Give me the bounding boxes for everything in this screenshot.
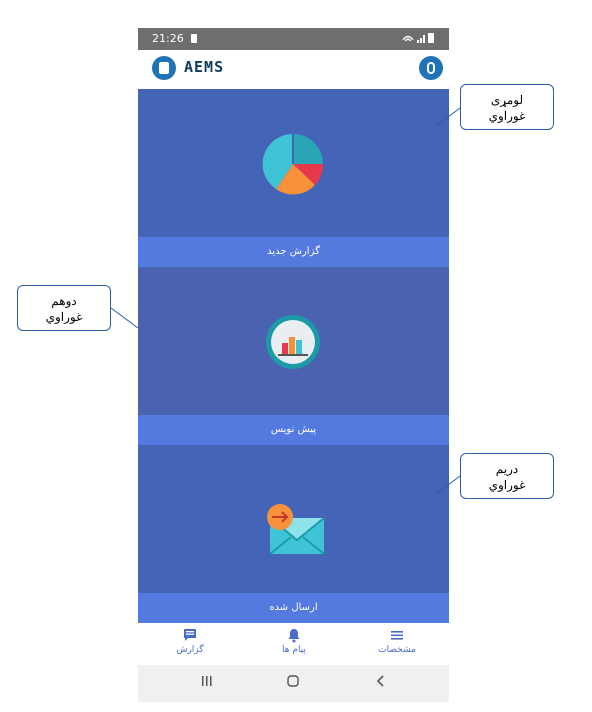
callout-first-line2: غوراوي <box>488 109 526 123</box>
callout-first-line1: لومړی <box>490 93 524 107</box>
callout-third-line1: دریم <box>495 462 519 476</box>
callout-second-option: دوهم غوراوي <box>17 285 111 331</box>
callout-first-option: لومړی غوراوي <box>460 84 554 130</box>
callout-third-option: دریم غوراوي <box>460 453 554 499</box>
callout-third-line2: غوراوي <box>488 478 526 492</box>
callout-second-line1: دوهم <box>51 294 77 308</box>
callout-second-line2: غوراوي <box>45 310 83 324</box>
